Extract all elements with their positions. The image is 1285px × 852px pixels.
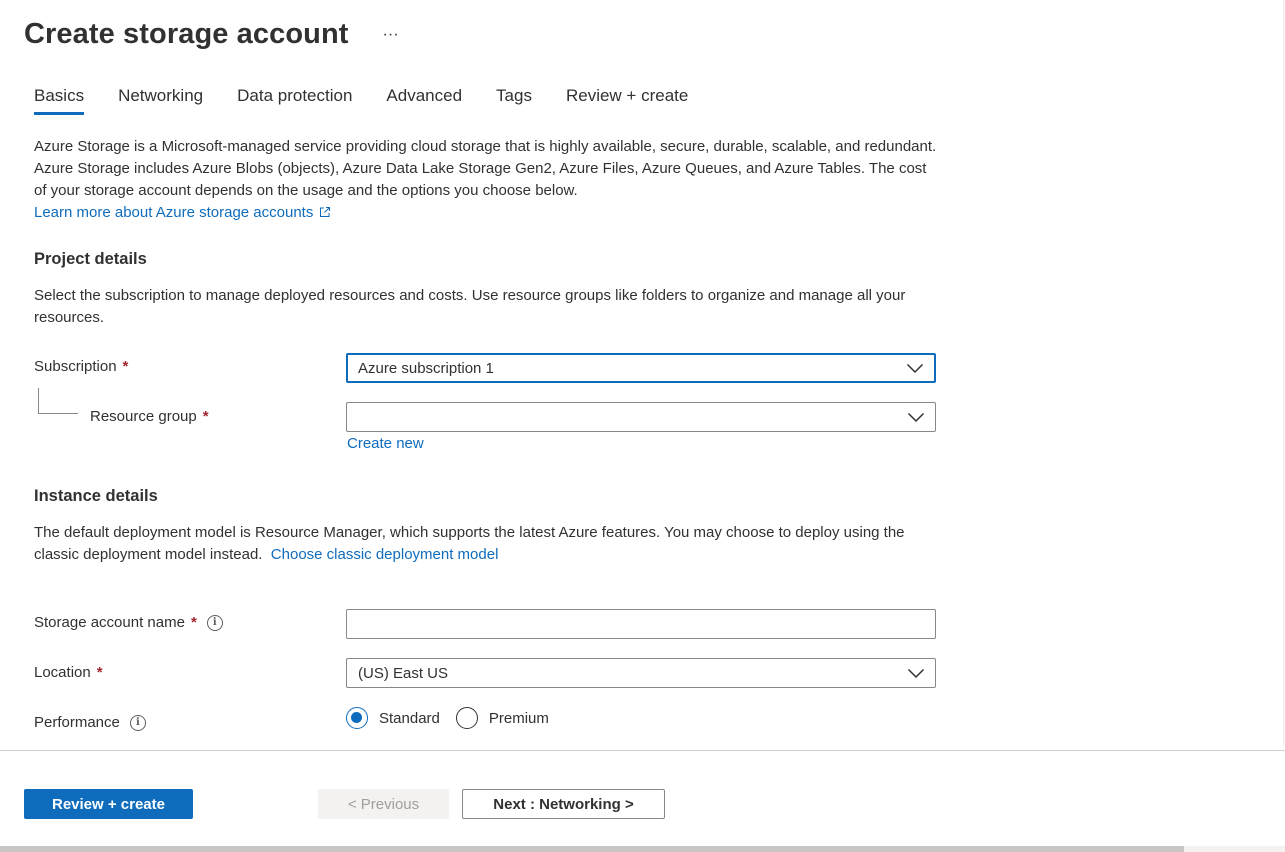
footer-divider: [0, 750, 1285, 751]
intro-section: Azure Storage is a Microsoft-managed ser…: [34, 136, 939, 224]
storage-account-name-label-text: Storage account name: [34, 614, 185, 631]
tab-networking[interactable]: Networking: [118, 86, 203, 114]
review-create-button[interactable]: Review + create: [24, 789, 193, 819]
chevron-down-icon: [906, 363, 924, 374]
subscription-dropdown[interactable]: Azure subscription 1: [346, 353, 936, 383]
horizontal-scrollbar-thumb[interactable]: [0, 846, 1184, 852]
storage-account-name-input[interactable]: [346, 609, 936, 639]
project-description: Select the subscription to manage deploy…: [34, 287, 906, 326]
performance-premium-radio[interactable]: Premium: [455, 707, 549, 729]
storage-account-name-label: Storage account name * i: [34, 614, 223, 631]
required-marker: *: [122, 358, 129, 375]
intro-text: Azure Storage is a Microsoft-managed ser…: [34, 138, 937, 199]
location-value: (US) East US: [358, 664, 449, 682]
tree-connector: [38, 388, 78, 414]
location-dropdown[interactable]: (US) East US: [346, 658, 936, 688]
performance-label-text: Performance: [34, 714, 120, 731]
next-networking-button[interactable]: Next : Networking >: [462, 789, 665, 819]
chevron-down-icon: [907, 412, 925, 423]
radio-label: Standard: [379, 709, 440, 727]
performance-radio-group: Standard Premium: [346, 707, 565, 729]
tab-bar: Basics Networking Data protection Advanc…: [34, 86, 722, 115]
page-title: Create storage account: [24, 18, 349, 50]
performance-label: Performance i: [34, 714, 146, 731]
tab-tags[interactable]: Tags: [496, 86, 532, 114]
learn-more-row: Learn more about Azure storage accounts: [34, 202, 939, 224]
info-icon[interactable]: i: [129, 714, 146, 731]
tab-review-create[interactable]: Review + create: [566, 86, 688, 114]
location-label: Location *: [34, 664, 103, 681]
create-new-link[interactable]: Create new: [347, 435, 424, 452]
location-label-text: Location: [34, 664, 91, 681]
radio-checked-icon: [346, 707, 368, 729]
required-marker: *: [202, 408, 209, 425]
horizontal-scrollbar-track[interactable]: [1184, 846, 1285, 852]
subscription-value: Azure subscription 1: [358, 359, 494, 377]
more-options-icon[interactable]: ···: [379, 25, 403, 45]
resource-group-label: Resource group *: [90, 408, 209, 425]
required-marker: *: [96, 664, 103, 681]
classic-deployment-link[interactable]: Choose classic deployment model: [271, 546, 499, 563]
tab-basics[interactable]: Basics: [34, 86, 85, 115]
subscription-label: Subscription *: [34, 358, 128, 375]
radio-label: Premium: [488, 709, 549, 727]
panel-edge-divider: [1283, 0, 1284, 746]
tab-advanced[interactable]: Advanced: [386, 86, 462, 114]
chevron-down-icon: [907, 668, 925, 679]
previous-button[interactable]: < Previous: [318, 789, 449, 819]
performance-standard-radio[interactable]: Standard: [346, 707, 440, 729]
info-icon[interactable]: i: [206, 614, 223, 631]
external-link-icon: [320, 207, 331, 217]
resource-group-label-text: Resource group: [90, 408, 197, 425]
resource-group-dropdown[interactable]: [346, 402, 936, 432]
required-marker: *: [190, 614, 197, 631]
learn-more-link[interactable]: Learn more about Azure storage accounts: [34, 204, 313, 221]
instance-details-heading: Instance details: [34, 487, 158, 505]
instance-description: The default deployment model is Resource…: [34, 522, 939, 566]
project-details-heading: Project details: [34, 250, 147, 268]
radio-unchecked-icon: [455, 707, 478, 729]
title-row: Create storage account ···: [24, 18, 403, 51]
subscription-label-text: Subscription: [34, 358, 117, 375]
tab-data-protection[interactable]: Data protection: [237, 86, 352, 114]
